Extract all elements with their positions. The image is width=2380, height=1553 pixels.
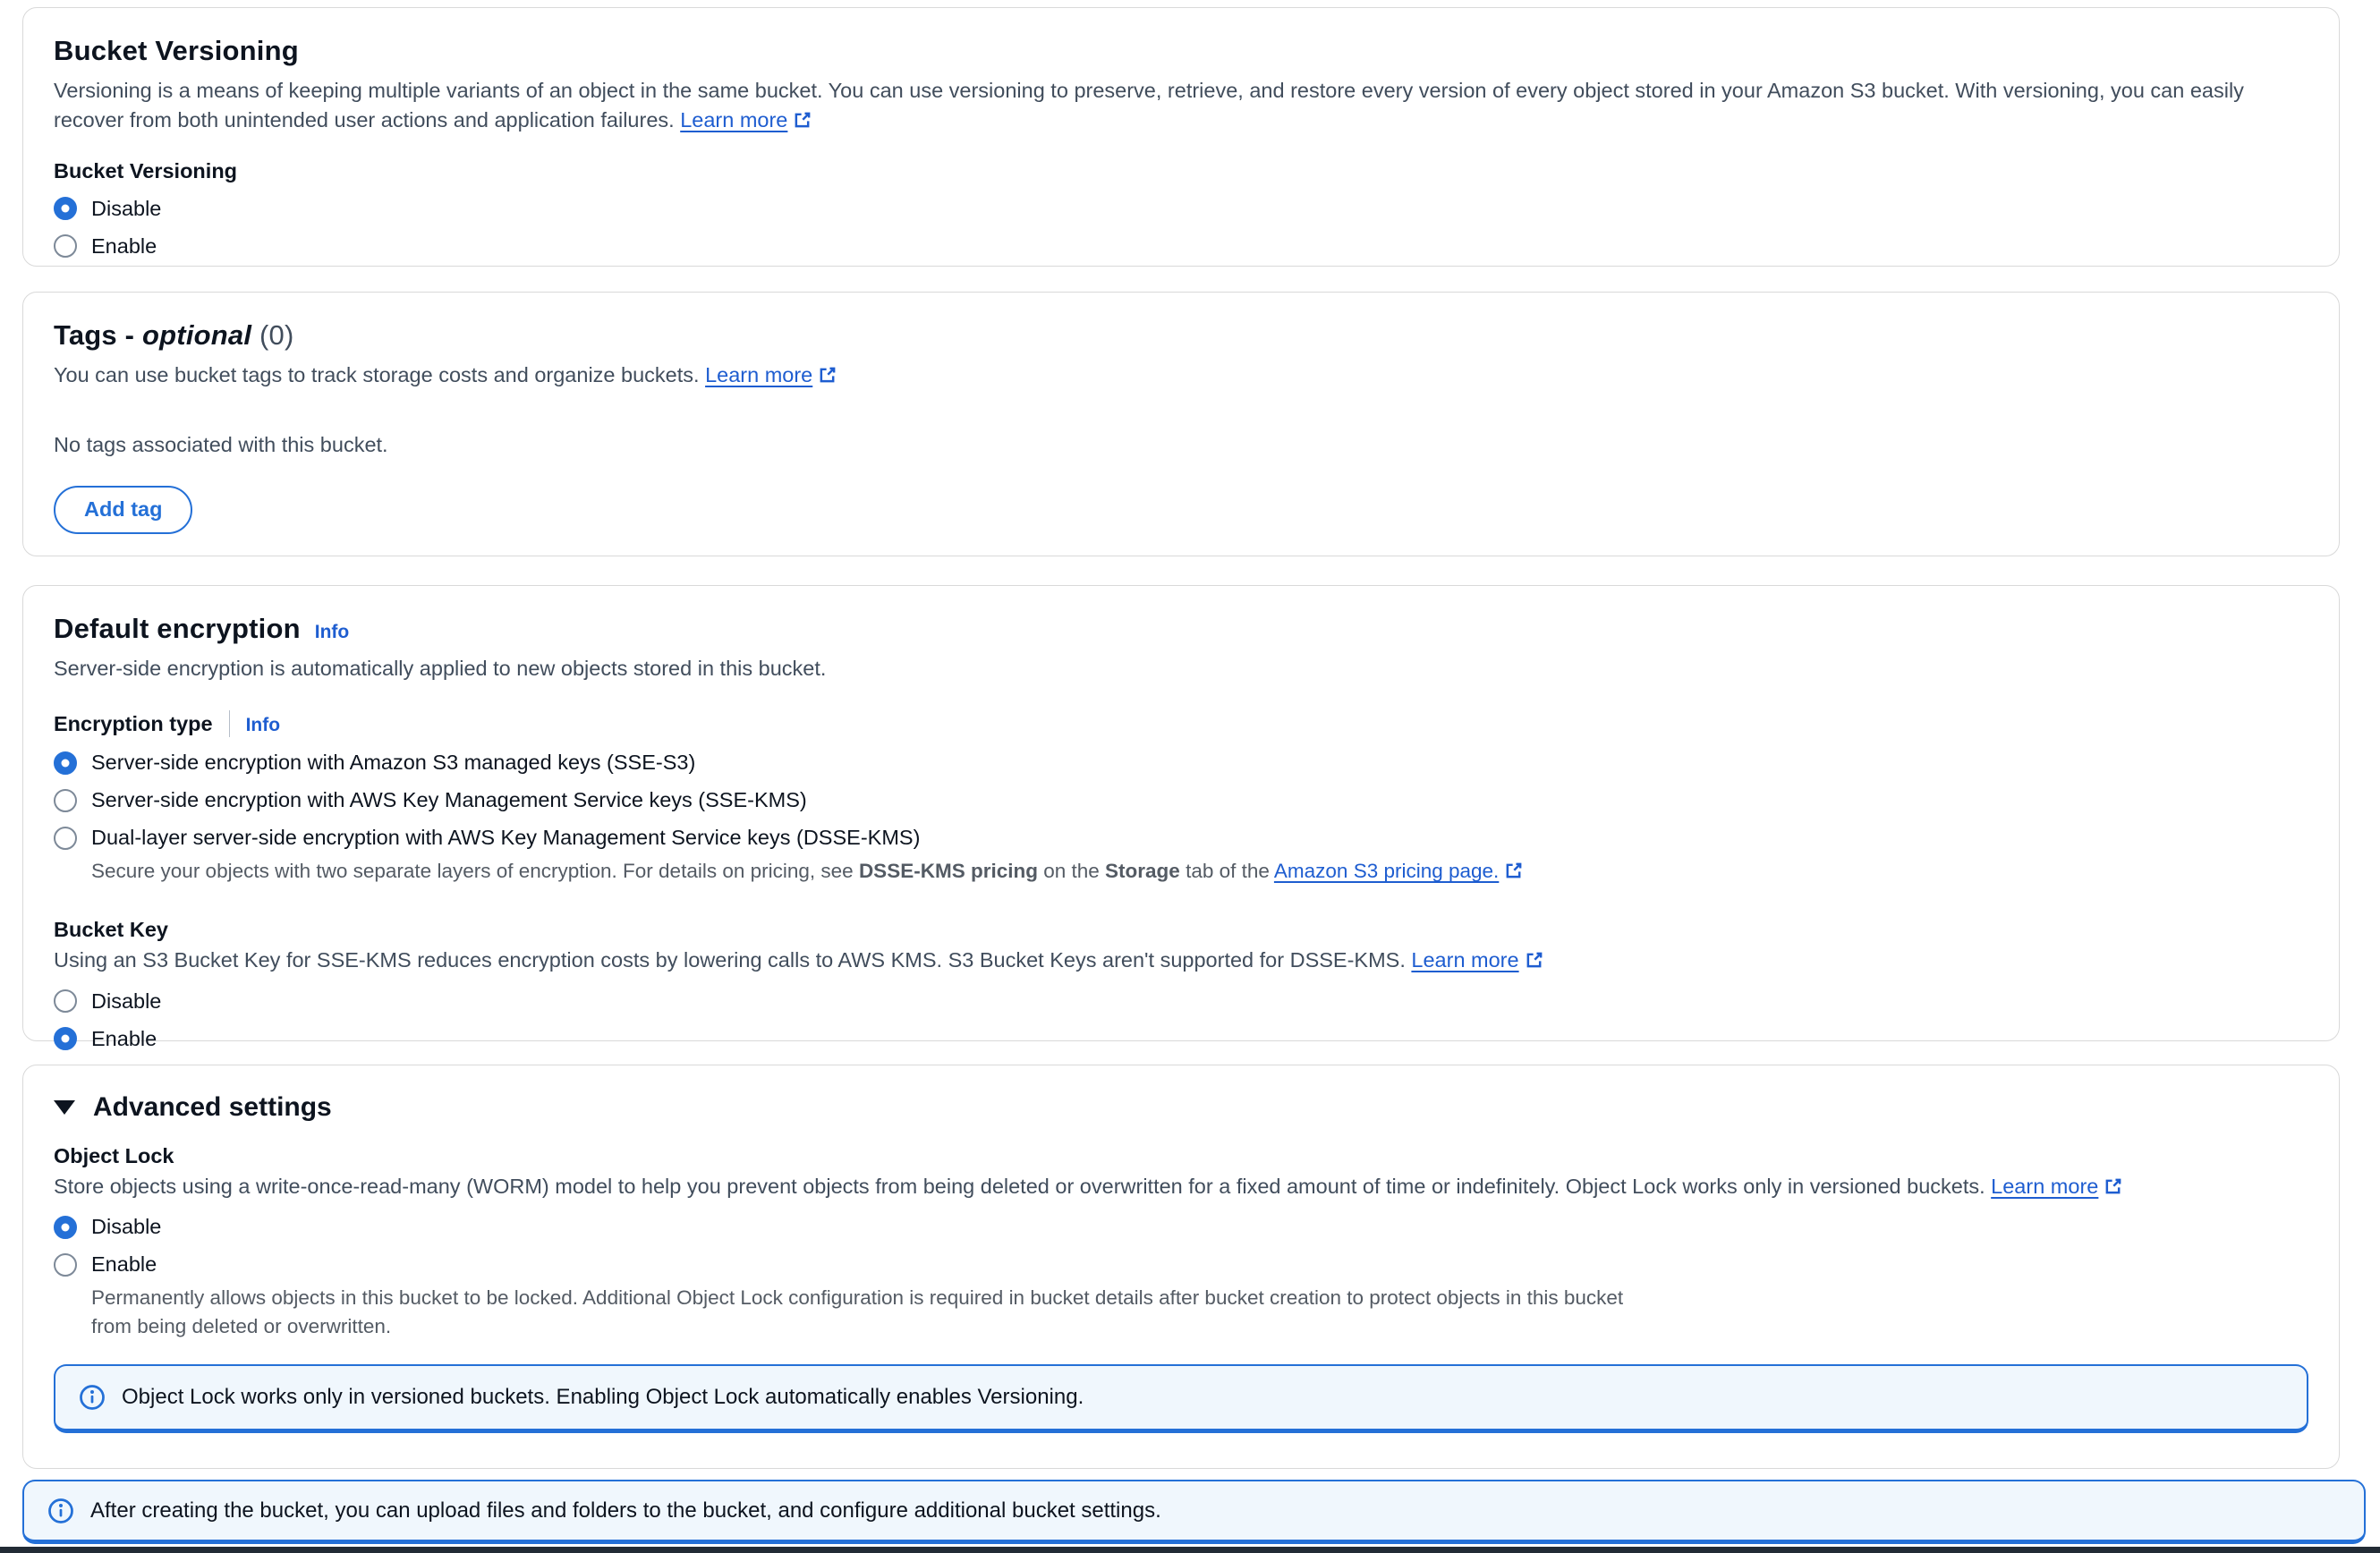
radio-unselected-icon[interactable] bbox=[54, 789, 77, 812]
radio-label: Enable bbox=[91, 1027, 157, 1051]
s3-pricing-page-link[interactable]: Amazon S3 pricing page. bbox=[1274, 860, 1524, 882]
default-encryption-description: Server-side encryption is automatically … bbox=[54, 654, 2308, 683]
caret-down-icon bbox=[54, 1100, 75, 1115]
versioning-disable-option[interactable]: Disable bbox=[54, 197, 161, 221]
radio-selected-icon[interactable] bbox=[54, 1027, 77, 1050]
radio-label: Disable bbox=[91, 1215, 161, 1239]
footer-bar bbox=[0, 1547, 2380, 1553]
tags-learn-more-link[interactable]: Learn more bbox=[705, 363, 837, 386]
radio-label: Server-side encryption with AWS Key Mana… bbox=[91, 788, 807, 812]
bucket-versioning-title: Bucket Versioning bbox=[54, 35, 2308, 67]
object-lock-disable-option[interactable]: Disable bbox=[54, 1215, 161, 1239]
bucket-key-description: Using an S3 Bucket Key for SSE-KMS reduc… bbox=[54, 946, 2308, 975]
encryption-type-info-link[interactable]: Info bbox=[246, 715, 280, 735]
bucket-key-label: Bucket Key bbox=[54, 918, 2308, 942]
radio-unselected-icon[interactable] bbox=[54, 234, 77, 258]
radio-selected-icon[interactable] bbox=[54, 197, 77, 220]
radio-label: Enable bbox=[91, 234, 157, 259]
radio-label: Disable bbox=[91, 989, 161, 1014]
radio-unselected-icon[interactable] bbox=[54, 827, 77, 850]
tags-count: (0) bbox=[259, 319, 294, 351]
radio-label: Enable bbox=[91, 1252, 157, 1277]
object-lock-label: Object Lock bbox=[54, 1144, 2308, 1168]
advanced-settings-card: Advanced settings Object Lock Store obje… bbox=[22, 1065, 2340, 1469]
bucket-key-enable-option[interactable]: Enable bbox=[54, 1027, 157, 1051]
external-link-icon bbox=[1525, 950, 1544, 970]
radio-label: Server-side encryption with Amazon S3 ma… bbox=[91, 751, 695, 775]
info-icon bbox=[47, 1498, 74, 1524]
add-tag-button[interactable]: Add tag bbox=[54, 486, 192, 534]
object-lock-info-alert: Object Lock works only in versioned buck… bbox=[54, 1364, 2308, 1433]
object-lock-learn-more-link[interactable]: Learn more bbox=[1991, 1175, 2123, 1198]
versioning-learn-more-link[interactable]: Learn more bbox=[680, 108, 812, 132]
dsse-pricing-bold: DSSE-KMS pricing bbox=[859, 860, 1038, 882]
bucket-versioning-field-label: Bucket Versioning bbox=[54, 159, 2308, 183]
bucket-versioning-card: Bucket Versioning Versioning is a means … bbox=[22, 7, 2340, 267]
external-link-icon bbox=[1504, 861, 1524, 880]
create-bucket-form: Bucket Versioning Versioning is a means … bbox=[0, 0, 2380, 1553]
tags-title: Tags - optional (0) bbox=[54, 319, 2308, 352]
encryption-sse-kms-option[interactable]: Server-side encryption with AWS Key Mana… bbox=[54, 788, 807, 812]
radio-label: Disable bbox=[91, 197, 161, 221]
bucket-versioning-description: Versioning is a means of keeping multipl… bbox=[54, 76, 2308, 136]
advanced-settings-toggle[interactable]: Advanced settings bbox=[54, 1092, 2308, 1123]
object-lock-enable-description: Permanently allows objects in this bucke… bbox=[91, 1284, 1630, 1341]
object-lock-enable-option[interactable]: Enable bbox=[54, 1252, 157, 1277]
advanced-settings-title: Advanced settings bbox=[93, 1092, 332, 1123]
storage-bold: Storage bbox=[1105, 860, 1180, 882]
external-link-icon bbox=[2104, 1176, 2123, 1196]
bucket-key-disable-option[interactable]: Disable bbox=[54, 989, 161, 1014]
radio-selected-icon[interactable] bbox=[54, 1216, 77, 1239]
dsse-kms-description: Secure your objects with two separate la… bbox=[91, 857, 2308, 886]
encryption-type-label: Encryption typeInfo bbox=[54, 710, 2308, 737]
tags-card: Tags - optional (0) You can use bucket t… bbox=[22, 292, 2340, 556]
external-link-icon bbox=[818, 365, 837, 385]
external-link-icon bbox=[793, 110, 812, 130]
radio-unselected-icon[interactable] bbox=[54, 1253, 77, 1277]
encryption-sse-s3-option[interactable]: Server-side encryption with Amazon S3 ma… bbox=[54, 751, 695, 775]
bucket-key-learn-more-link[interactable]: Learn more bbox=[1411, 948, 1543, 972]
post-creation-info-alert: After creating the bucket, you can uploa… bbox=[22, 1480, 2366, 1544]
divider bbox=[229, 710, 230, 737]
encryption-dsse-kms-option[interactable]: Dual-layer server-side encryption with A… bbox=[54, 826, 920, 850]
default-encryption-title: Default encryption bbox=[54, 613, 301, 645]
alert-text: Object Lock works only in versioned buck… bbox=[122, 1385, 1084, 1410]
alert-text: After creating the bucket, you can uploa… bbox=[90, 1498, 1161, 1523]
default-encryption-card: Default encryption Info Server-side encr… bbox=[22, 585, 2340, 1041]
default-encryption-info-link[interactable]: Info bbox=[315, 622, 349, 643]
tags-title-optional: optional bbox=[142, 319, 251, 351]
radio-label: Dual-layer server-side encryption with A… bbox=[91, 826, 920, 850]
radio-selected-icon[interactable] bbox=[54, 751, 77, 775]
info-icon bbox=[79, 1384, 106, 1411]
versioning-enable-option[interactable]: Enable bbox=[54, 234, 157, 259]
radio-unselected-icon[interactable] bbox=[54, 989, 77, 1013]
tags-description: You can use bucket tags to track storage… bbox=[54, 361, 2308, 390]
tags-empty-text: No tags associated with this bucket. bbox=[54, 433, 2308, 457]
object-lock-description: Store objects using a write-once-read-ma… bbox=[54, 1172, 2308, 1201]
